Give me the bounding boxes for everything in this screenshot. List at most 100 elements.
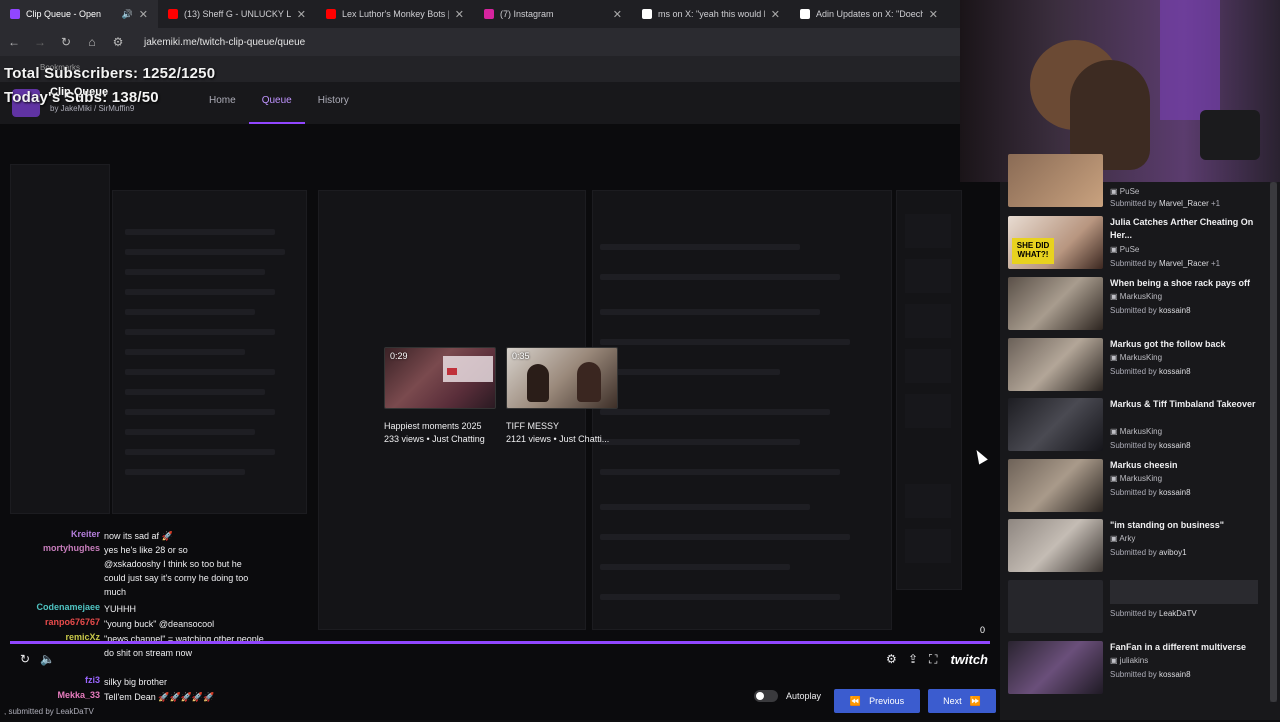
queue-channel: ▣ PuSe [1110,245,1139,254]
queue-item[interactable]: Markus & Tiff Timbaland Takeover ▣ Marku… [1008,398,1270,454]
clip-icon: ▣ [1110,427,1120,436]
sidebar-scrollbar-thumb[interactable] [1270,182,1277,702]
chat-text: now its sad af 🚀 [104,531,173,541]
queue-channel: ▣ juliakins [1110,656,1148,665]
forward-icon[interactable]: → [34,35,46,49]
close-icon[interactable]: ✕ [455,8,464,21]
submitter-name: Marvel_Racer [1158,199,1209,208]
queue-item[interactable]: Submitted by LeakDaTV [1008,580,1270,636]
queue-submitter: Submitted by kossain8 [1110,488,1191,497]
submitted-by-footer: , submitted by LeakDaTV [4,707,94,716]
queue-item[interactable]: ▣ PuSe Submitted by Marvel_Racer +1 [1008,154,1270,210]
queue-item[interactable]: When being a shoe rack pays off ▣ Markus… [1008,277,1270,333]
chat-username: fzi3 [84,675,100,685]
dimmed-row [125,369,275,375]
queue-channel: ▣ Arky [1110,534,1135,543]
thumbnail-caption: SHE DID WHAT?! [1012,238,1054,264]
submitter-extra: +1 [1210,259,1221,268]
clip-thumbnail [1008,459,1103,512]
queue-title: FanFan in a different multiverse [1110,642,1247,652]
autoplay-toggle[interactable]: Autoplay [754,690,821,702]
queue-item[interactable]: "im standing on business" ▣ Arky Submitt… [1008,519,1270,575]
close-icon[interactable]: ✕ [297,8,306,21]
dimmed-row [125,409,275,415]
webcam-microphone [1200,110,1260,160]
replay-icon[interactable]: ↻ [20,652,30,666]
twitch-logo[interactable]: twitch [950,652,988,667]
clip-title: Happiest moments 2025 [384,421,482,431]
close-icon[interactable]: ✕ [613,8,622,21]
end-screen-clip[interactable]: 0:35 TIFF MESSY 2121 views • Just Chatti… [506,347,618,444]
submitted-prefix: Submitted by [1110,441,1157,450]
dimmed-row [600,594,840,600]
youtube-icon [326,9,336,19]
chat-message: Kreiter now its sad af 🚀 [0,529,290,543]
thumbnail-frame [447,368,457,375]
share-icon[interactable]: ⇪ [908,652,918,666]
queue-title: "im standing on business" [1110,520,1225,530]
queue-item[interactable]: Markus got the follow back ▣ MarkusKing … [1008,338,1270,394]
chat-message: mortyhughes yes he's like 28 or so [0,543,290,557]
clip-thumbnail[interactable]: 0:35 [506,347,618,409]
dimmed-row [125,429,255,435]
chat-message: Mekka_33 Tell'em Dean 🚀🚀🚀🚀🚀 [0,690,290,704]
home-icon[interactable]: ⌂ [86,35,98,49]
browser-tab[interactable]: (13) Sheff G - UNLUCKY LUCKY ✕ [158,0,316,28]
browser-tab[interactable]: Lex Luthor's Monkey Bots | SUP ✕ [316,0,474,28]
close-icon[interactable]: ✕ [139,8,148,21]
toggle-switch[interactable] [754,690,778,702]
nav-queue[interactable]: Queue [248,82,305,124]
tab-label: Adin Updates on X: "Doechii se [816,9,923,19]
queue-item[interactable]: Markus cheesin ▣ MarkusKing Submitted by… [1008,459,1270,515]
queue-item[interactable]: FanFan in a different multiverse ▣ julia… [1008,641,1270,697]
clip-icon: ▣ [1110,245,1120,254]
quick-action-tile [905,259,951,293]
dimmed-row [600,504,810,510]
browser-tab[interactable]: (7) Instagram ✕ [474,0,632,28]
autoplay-label: Autoplay [786,691,822,701]
dimmed-row [600,409,830,415]
dimmed-row [600,244,800,250]
fullscreen-icon[interactable]: ⛶ [929,652,937,667]
clip-thumbnail [1008,641,1103,694]
nav-home[interactable]: Home [196,82,249,124]
nav-history[interactable]: History [305,82,362,124]
chat-message: fzi3 silky big brother [0,675,290,689]
queue-submitter: Submitted by kossain8 [1110,306,1191,315]
reload-icon[interactable]: ↻ [60,35,72,49]
site-info-icon[interactable]: ⚙ [112,35,124,49]
submitted-prefix: Submitted by [1110,609,1157,618]
back-icon[interactable]: ← [8,35,20,49]
next-button[interactable]: Next ⏩ [928,689,996,713]
dimmed-row [125,269,265,275]
dimmed-row [600,564,790,570]
tab-label: Clip Queue - Open [26,9,102,19]
queue-submitter: Submitted by Marvel_Racer +1 [1110,259,1220,268]
clip-meta: 233 views • Just Chatting [384,434,485,444]
previous-button[interactable]: ⏪ Previous [834,689,920,713]
clip-icon: ▣ [1110,534,1120,543]
close-icon[interactable]: ✕ [929,8,938,21]
title-placeholder [1110,580,1258,604]
chat-message: Codenamejaee YUHHH [0,602,290,616]
progress-bar[interactable] [10,641,990,644]
queue-item[interactable]: SHE DID WHAT?! Julia Catches Arther Chea… [1008,216,1270,272]
queue-channel-name: MarkusKing [1119,353,1163,362]
clip-thumbnail[interactable]: 0:29 [384,347,496,409]
queue-channel-name: Arky [1119,534,1136,543]
end-screen-clips: 0:29 Happiest moments 2025 233 views • J… [384,347,634,447]
queue-channel: ▣ MarkusKing [1110,474,1162,483]
speaker-icon[interactable]: 🔊 [122,9,133,20]
close-icon[interactable]: ✕ [771,8,780,21]
end-screen-clip[interactable]: 0:29 Happiest moments 2025 233 views • J… [384,347,496,444]
browser-tab[interactable]: ms on X: "yeah this would be m ✕ [632,0,790,28]
browser-tab[interactable]: Adin Updates on X: "Doechii se ✕ [790,0,948,28]
queue-channel-name: MarkusKing [1119,474,1163,483]
queue-channel-name: MarkusKing [1119,292,1163,301]
url-field[interactable]: jakemiki.me/twitch-clip-queue/queue [144,37,305,48]
thumbnail-frame [527,364,549,402]
volume-icon[interactable]: 🔈 [40,652,55,666]
settings-icon[interactable]: ⚙ [886,652,897,666]
submitter-name: kossain8 [1158,441,1191,450]
browser-tab[interactable]: Clip Queue - Open 🔊 ✕ [0,0,158,28]
